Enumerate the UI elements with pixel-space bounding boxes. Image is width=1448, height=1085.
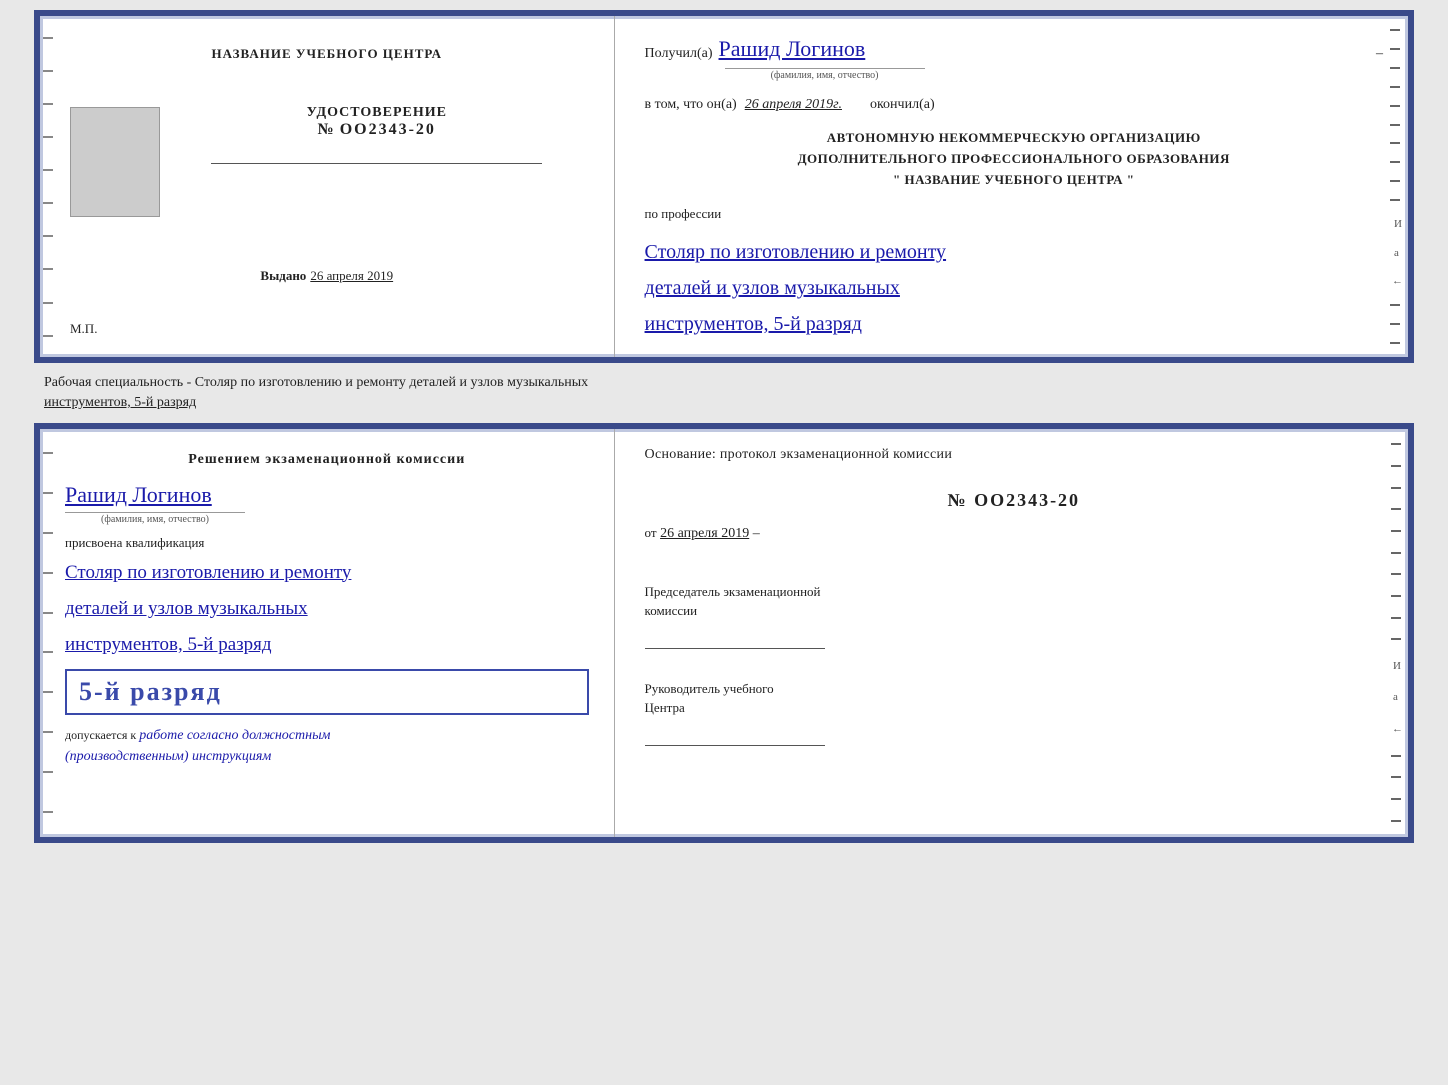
- bottom-right-deco-lines: И а ←: [1391, 429, 1403, 837]
- decision-title-line1: Решением экзаменационной комиссии: [188, 452, 465, 467]
- qual-hw-line2: деталей и узлов музыкальных: [65, 591, 589, 627]
- top-doc-right: Получил(а) Рашид Логинов – (фамилия, имя…: [615, 16, 1408, 357]
- top-center-title: НАЗВАНИЕ УЧЕБНОГО ЦЕНТРА: [212, 46, 443, 62]
- org-line3: " НАЗВАНИЕ УЧЕБНОГО ЦЕНТРА ": [645, 170, 1383, 191]
- rank-highlight-box: 5-й разряд: [65, 669, 589, 715]
- bottom-doc-right: Основание: протокол экзаменационной коми…: [615, 429, 1408, 837]
- proto-date-val: 26 апреля 2019: [660, 526, 749, 541]
- org-line1: АВТОНОМНУЮ НЕКОММЕРЧЕСКУЮ ОРГАНИЗАЦИЮ: [645, 128, 1383, 149]
- org-block: АВТОНОМНУЮ НЕКОММЕРЧЕСКУЮ ОРГАНИЗАЦИЮ ДО…: [645, 128, 1383, 190]
- head-line1: Руководитель учебного: [645, 681, 774, 696]
- completed-date: 26 апреля 2019г.: [745, 97, 842, 113]
- certificate-number-section: УДОСТОВЕРЕНИЕ № OO2343-20: [307, 105, 447, 139]
- top-doc-left: НАЗВАНИЕ УЧЕБНОГО ЦЕНТРА УДОСТОВЕРЕНИЕ №…: [40, 16, 615, 357]
- mp-label: М.П.: [70, 321, 97, 337]
- top-document: НАЗВАНИЕ УЧЕБНОГО ЦЕНТРА УДОСТОВЕРЕНИЕ №…: [34, 10, 1414, 363]
- proto-date-dash: –: [753, 526, 760, 541]
- profession-handwritten: Столяр по изготовлению и ремонту деталей…: [645, 234, 1383, 342]
- photo-placeholder: [70, 107, 160, 217]
- head-signature-line: [645, 722, 825, 746]
- chairman-signature-line: [645, 625, 825, 649]
- prof-hw-line2: деталей и узлов музыкальных: [645, 270, 1383, 306]
- chairman-block: Председатель экзаменационной комиссии: [645, 582, 1383, 659]
- proto-num-val: OO2343-20: [974, 490, 1080, 510]
- head-label: Руководитель учебного Центра: [645, 679, 1383, 718]
- qual-handwritten: Столяр по изготовлению и ремонту деталей…: [65, 555, 589, 663]
- proto-prefix: №: [947, 490, 967, 510]
- issue-line: Выдано 26 апреля 2019: [260, 268, 393, 284]
- recipient-line: Получил(а) Рашид Логинов –: [645, 36, 1383, 62]
- chairman-line1: Председатель экзаменационной: [645, 584, 821, 599]
- head-block: Руководитель учебного Центра: [645, 679, 1383, 756]
- cert-number-prefix: №: [318, 121, 336, 138]
- basis-line: Основание: протокол экзаменационной коми…: [645, 444, 1383, 465]
- bottom-doc-left: Решением экзаменационной комиссии Рашид …: [40, 429, 615, 837]
- specialty-line2: инструментов, 5-й разряд: [44, 393, 1404, 413]
- profession-label: по профессии: [645, 206, 1383, 222]
- allowed-text: допускается к работе согласно должностны…: [65, 725, 589, 767]
- chairman-line2: комиссии: [645, 603, 698, 618]
- specialty-line1: Рабочая специальность - Столяр по изгото…: [44, 373, 1404, 393]
- cert-label: УДОСТОВЕРЕНИЕ: [307, 105, 447, 121]
- allowed-hw: работе согласно должностным: [139, 728, 330, 743]
- specialty-text: Рабочая специальность - Столяр по изгото…: [34, 367, 1414, 418]
- proto-number: № OO2343-20: [645, 490, 1383, 511]
- proto-date-prefix: от: [645, 525, 657, 540]
- fio-sub-bottom: (фамилия, имя, отчество): [65, 512, 245, 525]
- head-line2: Центра: [645, 700, 685, 715]
- qual-hw-line3: инструментов, 5-й разряд: [65, 627, 589, 663]
- allowed-hw2: (производственным) инструкциям: [65, 749, 271, 764]
- issue-label: Выдано: [260, 268, 306, 284]
- qual-hw-line1: Столяр по изготовлению и ремонту: [65, 555, 589, 591]
- rank-text: 5-й разряд: [79, 677, 222, 706]
- completed-label: в том, что он(а): [645, 97, 737, 113]
- bottom-document: Решением экзаменационной комиссии Рашид …: [34, 423, 1414, 843]
- document-container: НАЗВАНИЕ УЧЕБНОГО ЦЕНТРА УДОСТОВЕРЕНИЕ №…: [34, 10, 1414, 843]
- recipient-name: Рашид Логинов: [719, 36, 1370, 62]
- issue-date: 26 апреля 2019: [310, 268, 393, 284]
- cert-number: OO2343-20: [340, 121, 436, 138]
- chairman-label: Председатель экзаменационной комиссии: [645, 582, 1383, 621]
- fio-label-top: (фамилия, имя, отчество): [725, 68, 925, 81]
- completed-end: окончил(а): [870, 97, 935, 113]
- prof-hw-line3: инструментов, 5-й разряд: [645, 306, 1383, 342]
- proto-date: от 26 апреля 2019 –: [645, 525, 1383, 542]
- right-deco-lines: И а ←: [1390, 16, 1403, 357]
- recipient-dash: –: [1376, 46, 1383, 62]
- org-line2: ДОПОЛНИТЕЛЬНОГО ПРОФЕССИОНАЛЬНОГО ОБРАЗО…: [645, 149, 1383, 170]
- decision-title: Решением экзаменационной комиссии: [65, 449, 589, 470]
- allowed-label: допускается к: [65, 728, 136, 742]
- prof-hw-line1: Столяр по изготовлению и ремонту: [645, 234, 1383, 270]
- completed-line: в том, что он(а) 26 апреля 2019г. окончи…: [645, 97, 1383, 113]
- person-name: Рашид Логинов: [65, 482, 589, 508]
- specialty-line2-underlined: инструментов, 5-й разряд: [44, 395, 196, 410]
- recipient-label: Получил(а): [645, 46, 713, 62]
- qualification-label: присвоена квалификация: [65, 535, 589, 551]
